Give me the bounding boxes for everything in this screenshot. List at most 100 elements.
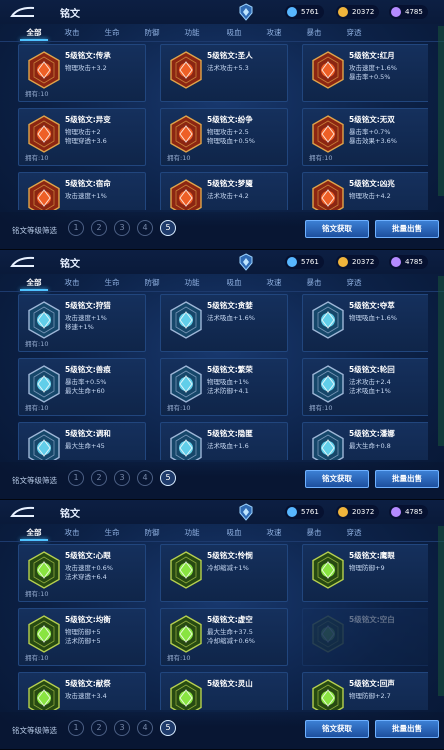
inscription-card[interactable]: 5级铭文:贪婪 法术吸血+1.6% xyxy=(160,294,288,352)
back-icon[interactable] xyxy=(8,505,38,519)
tab-8[interactable]: 穿透 xyxy=(334,26,374,40)
currency-diamond[interactable]: 5761 xyxy=(285,505,324,519)
inscription-card[interactable]: 5级铭文:轮回 法术攻击+2.4 法术吸血+1% 拥有:10 xyxy=(302,358,428,416)
tab-6[interactable]: 攻速 xyxy=(254,26,294,40)
inscription-card[interactable]: 5级铭文:隐匿 法术吸血+1.6 xyxy=(160,422,288,460)
tab-3[interactable]: 防御 xyxy=(132,526,172,540)
tab-0[interactable]: 全部 xyxy=(14,526,54,541)
inscription-stat: 法术攻击+4.2 xyxy=(207,192,249,200)
inscription-card[interactable]: 5级铭文:心眼 攻击速度+0.6% 法术穿透+6.4 拥有:10 xyxy=(18,544,146,602)
level-filter-4[interactable]: 4 xyxy=(137,720,153,736)
tab-3[interactable]: 防御 xyxy=(132,26,172,40)
inscription-card[interactable]: 5级铭文:狩猎 攻击速度+1% 移速+1% 拥有:10 xyxy=(18,294,146,352)
inscription-card[interactable]: 5级铭文:圣人 法术攻击+5.3 xyxy=(160,44,288,102)
inscription-panel: 铭文 5761 20372 4785 全部 攻击 生命 防御 功能 吸血 攻速 暴击 穿透 5级… xyxy=(0,250,444,500)
batch-sell-button[interactable]: 批量出售 xyxy=(375,470,439,488)
tab-5[interactable]: 吸血 xyxy=(214,26,254,40)
inscription-gem-icon xyxy=(27,301,61,339)
inscription-card[interactable]: 5级铭文:怜悯 冷却缩减+1% xyxy=(160,544,288,602)
level-filter-5[interactable]: 5 xyxy=(160,720,176,736)
level-filter-1[interactable]: 1 xyxy=(68,220,84,236)
level-filter-5[interactable]: 5 xyxy=(160,220,176,236)
tab-0[interactable]: 全部 xyxy=(14,26,54,41)
tab-4[interactable]: 功能 xyxy=(172,526,212,540)
tab-0[interactable]: 全部 xyxy=(14,276,54,291)
back-icon[interactable] xyxy=(8,255,38,269)
tab-5[interactable]: 吸血 xyxy=(214,526,254,540)
tab-7[interactable]: 暴击 xyxy=(294,526,334,540)
inscription-name: 5级铭文:繁荣 xyxy=(207,365,253,374)
inscription-card[interactable]: 5级铭文:献祭 攻击速度+3.4 xyxy=(18,672,146,710)
inscription-card[interactable]: 5级铭文:红月 攻击速度+1.6% 暴击率+0.5% xyxy=(302,44,428,102)
inscription-card[interactable]: 5级铭文:梦魇 法术攻击+4.2 xyxy=(160,172,288,210)
inscription-card[interactable]: 5级铭文:纷争 物理攻击+2.5 物理吸血+0.5% 拥有:10 xyxy=(160,108,288,166)
tab-7[interactable]: 暴击 xyxy=(294,26,334,40)
currency-diamond[interactable]: 5761 xyxy=(285,255,324,269)
inscription-card[interactable]: 5级铭文:均衡 物理防御+5 法术防御+5 拥有:10 xyxy=(18,608,146,666)
tab-7[interactable]: 暴击 xyxy=(294,276,334,290)
back-icon[interactable] xyxy=(8,5,38,19)
inscription-card[interactable]: 5级铭文:夺萃 物理吸血+1.6% xyxy=(302,294,428,352)
inscription-name: 5级铭文:狩猎 xyxy=(65,301,111,310)
level-filter-2[interactable]: 2 xyxy=(91,720,107,736)
inscription-card[interactable]: 5级铭文:鹰眼 物理防御+9 xyxy=(302,544,428,602)
currency-gold-coin[interactable]: 20372 xyxy=(336,255,380,269)
inscription-card[interactable]: 5级铭文:无双 暴击率+0.7% 暴击效果+3.6% 拥有:10 xyxy=(302,108,428,166)
inscription-card[interactable]: 5级铭文:兽痕 暴击率+0.5% 最大生命+60 拥有:10 xyxy=(18,358,146,416)
level-filter-3[interactable]: 3 xyxy=(114,470,130,486)
level-filter-1[interactable]: 1 xyxy=(68,720,84,736)
tab-2[interactable]: 生命 xyxy=(92,276,132,290)
inscription-card[interactable]: 5级铭文:虚空 最大生命+37.5 冷却缩减+0.6% 拥有:10 xyxy=(160,608,288,666)
tab-3[interactable]: 防御 xyxy=(132,276,172,290)
level-filter-2[interactable]: 2 xyxy=(91,220,107,236)
tab-1[interactable]: 攻击 xyxy=(52,526,92,540)
tab-8[interactable]: 穿透 xyxy=(334,276,374,290)
get-inscription-button[interactable]: 铭文获取 xyxy=(305,220,369,238)
level-filter-3[interactable]: 3 xyxy=(114,220,130,236)
inscription-card[interactable]: 5级铭文:传承 物理攻击+3.2 拥有:10 xyxy=(18,44,146,102)
get-inscription-button[interactable]: 铭文获取 xyxy=(305,470,369,488)
inscription-card[interactable]: 5级铭文:调和 最大生命+45 xyxy=(18,422,146,460)
level-filter-1[interactable]: 1 xyxy=(68,470,84,486)
emblem-icon xyxy=(239,3,253,21)
bottom-bar: 铭文等级筛选 1 2 3 4 5 铭文获取 批量出售 xyxy=(0,462,444,499)
level-filter-3[interactable]: 3 xyxy=(114,720,130,736)
tab-2[interactable]: 生命 xyxy=(92,26,132,40)
tab-1[interactable]: 攻击 xyxy=(52,26,92,40)
inscription-card[interactable]: 5级铭文:回声 物理防御+2.7 xyxy=(302,672,428,710)
inscription-name: 5级铭文:回声 xyxy=(349,679,395,688)
currency-diamond[interactable]: 5761 xyxy=(285,5,324,19)
batch-sell-button[interactable]: 批量出售 xyxy=(375,720,439,738)
bottom-bar: 铭文等级筛选 1 2 3 4 5 铭文获取 批量出售 xyxy=(0,712,444,749)
page-title: 铭文 xyxy=(60,509,80,520)
currency-gold-coin[interactable]: 20372 xyxy=(336,505,380,519)
tab-4[interactable]: 功能 xyxy=(172,26,212,40)
level-filter-5[interactable]: 5 xyxy=(160,470,176,486)
inscription-gem-icon xyxy=(169,179,203,210)
inscription-name: 5级铭文:潘娜 xyxy=(349,429,395,438)
tab-6[interactable]: 攻速 xyxy=(254,276,294,290)
tab-4[interactable]: 功能 xyxy=(172,276,212,290)
currency-gold-coin[interactable]: 20372 xyxy=(336,5,380,19)
inscription-stat: 暴击率+0.5% xyxy=(349,73,391,81)
tab-2[interactable]: 生命 xyxy=(92,526,132,540)
batch-sell-button[interactable]: 批量出售 xyxy=(375,220,439,238)
level-filter-4[interactable]: 4 xyxy=(137,220,153,236)
tab-6[interactable]: 攻速 xyxy=(254,526,294,540)
level-filter-4[interactable]: 4 xyxy=(137,470,153,486)
tab-1[interactable]: 攻击 xyxy=(52,276,92,290)
level-filter-2[interactable]: 2 xyxy=(91,470,107,486)
inscription-card[interactable]: 5级铭文:繁荣 物理吸血+1% 法术防御+4.1 拥有:10 xyxy=(160,358,288,416)
top-bar: 铭文 5761 20372 4785 xyxy=(0,250,444,274)
inscription-card[interactable]: 5级铭文:空白 xyxy=(302,608,428,666)
tab-8[interactable]: 穿透 xyxy=(334,526,374,540)
tab-5[interactable]: 吸血 xyxy=(214,276,254,290)
get-inscription-button[interactable]: 铭文获取 xyxy=(305,720,369,738)
inscription-card[interactable]: 5级铭文:异变 物理攻击+2 物理穿透+3.6 拥有:10 xyxy=(18,108,146,166)
inscription-card[interactable]: 5级铭文:凶兆 物理攻击+4.2 xyxy=(302,172,428,210)
inscription-card[interactable]: 5级铭文:潘娜 最大生命+0.8 xyxy=(302,422,428,460)
gold-coin-icon xyxy=(338,507,348,517)
page-title: 铭文 xyxy=(60,259,80,270)
inscription-card[interactable]: 5级铭文:宿命 攻击速度+1% xyxy=(18,172,146,210)
inscription-card[interactable]: 5级铭文:灵山 xyxy=(160,672,288,710)
